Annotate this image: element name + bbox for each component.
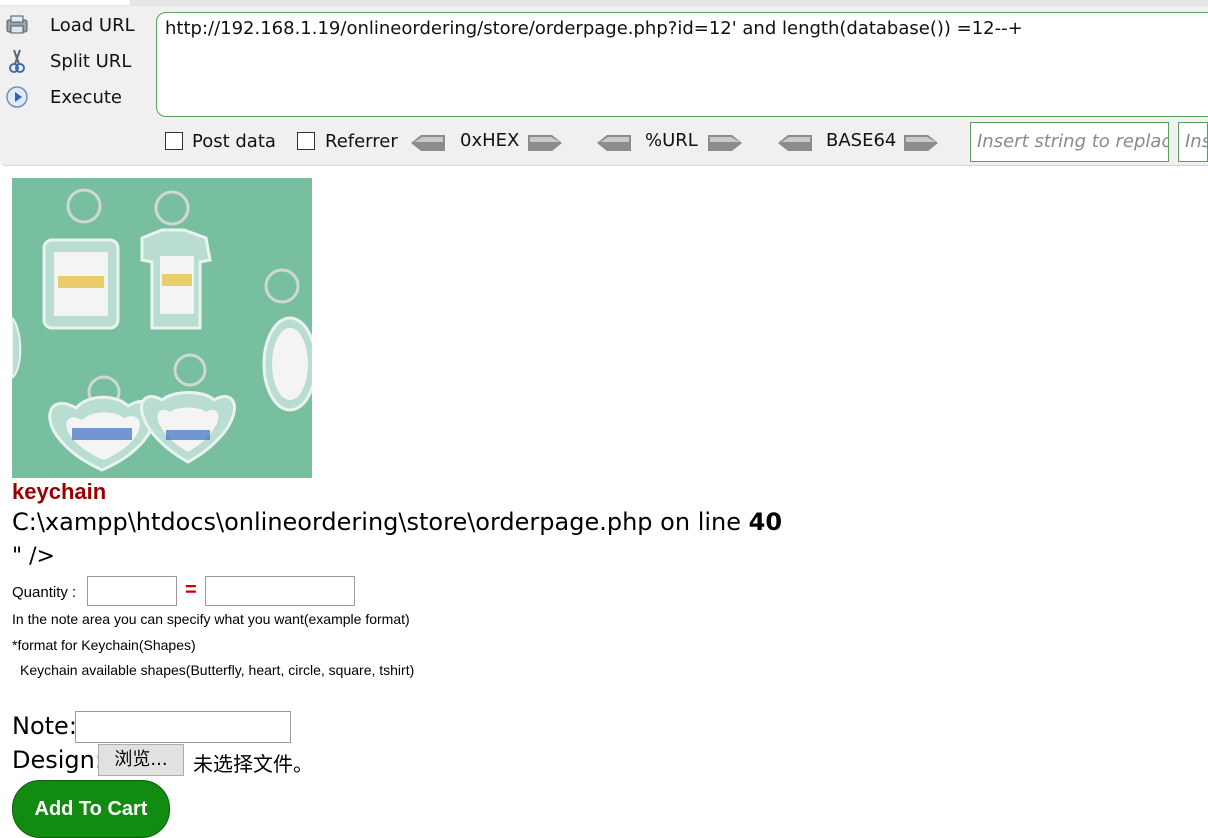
total-price-field[interactable] xyxy=(205,576,355,606)
url-textarea[interactable]: http://192.168.1.19/onlineordering/store… xyxy=(156,12,1208,117)
post-data-label: Post data xyxy=(192,131,276,152)
post-data-checkbox[interactable] xyxy=(165,132,183,150)
add-to-cart-button[interactable]: Add To Cart xyxy=(12,780,170,838)
url-text: http://192.168.1.19/onlineordering/store… xyxy=(165,18,1023,39)
scissors-icon xyxy=(4,48,30,74)
note-input[interactable] xyxy=(75,711,291,743)
split-url-label: Split URL xyxy=(50,50,132,72)
hex-encode-arrow-icon[interactable] xyxy=(528,134,562,152)
php-error-message: C:\xampp\htdocs\onlineordering\store\ord… xyxy=(12,508,782,536)
top-strip xyxy=(0,0,1208,6)
shapes-hint: Keychain available shapes(Butterfly, hea… xyxy=(20,662,415,678)
replace-with-placeholder: Ins xyxy=(1185,131,1207,152)
replace-string-placeholder: Insert string to replace xyxy=(977,131,1169,152)
design-label: Design: xyxy=(12,746,103,774)
quantity-input[interactable] xyxy=(87,576,177,606)
execute-button[interactable]: Execute xyxy=(4,82,144,112)
product-image xyxy=(12,178,312,478)
execute-label: Execute xyxy=(50,86,122,108)
equals-sign: = xyxy=(185,579,197,601)
hackbar-toolbar: Load URL Split URL Execute http://192.16… xyxy=(0,0,1208,166)
base64-label: BASE64 xyxy=(826,130,897,151)
product-name: keychain xyxy=(12,479,107,504)
no-file-selected-text: 未选择文件。 xyxy=(193,752,313,776)
urlenc-label: %URL xyxy=(645,130,698,151)
url-decode-arrow-icon[interactable] xyxy=(597,134,631,152)
quantity-label: Quantity : xyxy=(12,584,77,601)
url-encode-arrow-icon[interactable] xyxy=(708,134,742,152)
load-url-icon xyxy=(4,12,30,38)
base64-decode-arrow-icon[interactable] xyxy=(778,134,812,152)
play-icon xyxy=(4,84,30,110)
base64-encode-arrow-icon[interactable] xyxy=(904,134,938,152)
load-url-button[interactable]: Load URL xyxy=(4,10,144,40)
referrer-label: Referrer xyxy=(325,131,398,152)
browse-file-button[interactable]: 浏览... xyxy=(98,744,184,776)
load-url-label: Load URL xyxy=(50,14,135,36)
hex-decode-arrow-icon[interactable] xyxy=(411,134,445,152)
error-line-number: 40 xyxy=(748,508,783,536)
top-strip-tab xyxy=(0,0,130,5)
error-path: C:\xampp\htdocs\onlineordering\store\ord… xyxy=(12,508,749,536)
note-instruction: In the note area you can specify what yo… xyxy=(12,611,410,627)
format-hint: *format for Keychain(Shapes) xyxy=(12,637,196,653)
stray-markup-text: " /> xyxy=(12,544,55,569)
referrer-checkbox[interactable] xyxy=(297,132,315,150)
note-label: Note: xyxy=(12,712,77,740)
replace-with-input[interactable]: Ins xyxy=(1178,122,1208,162)
hex-label: 0xHEX xyxy=(460,130,520,151)
split-url-button[interactable]: Split URL xyxy=(4,46,144,76)
replace-string-input[interactable]: Insert string to replace xyxy=(970,122,1169,162)
